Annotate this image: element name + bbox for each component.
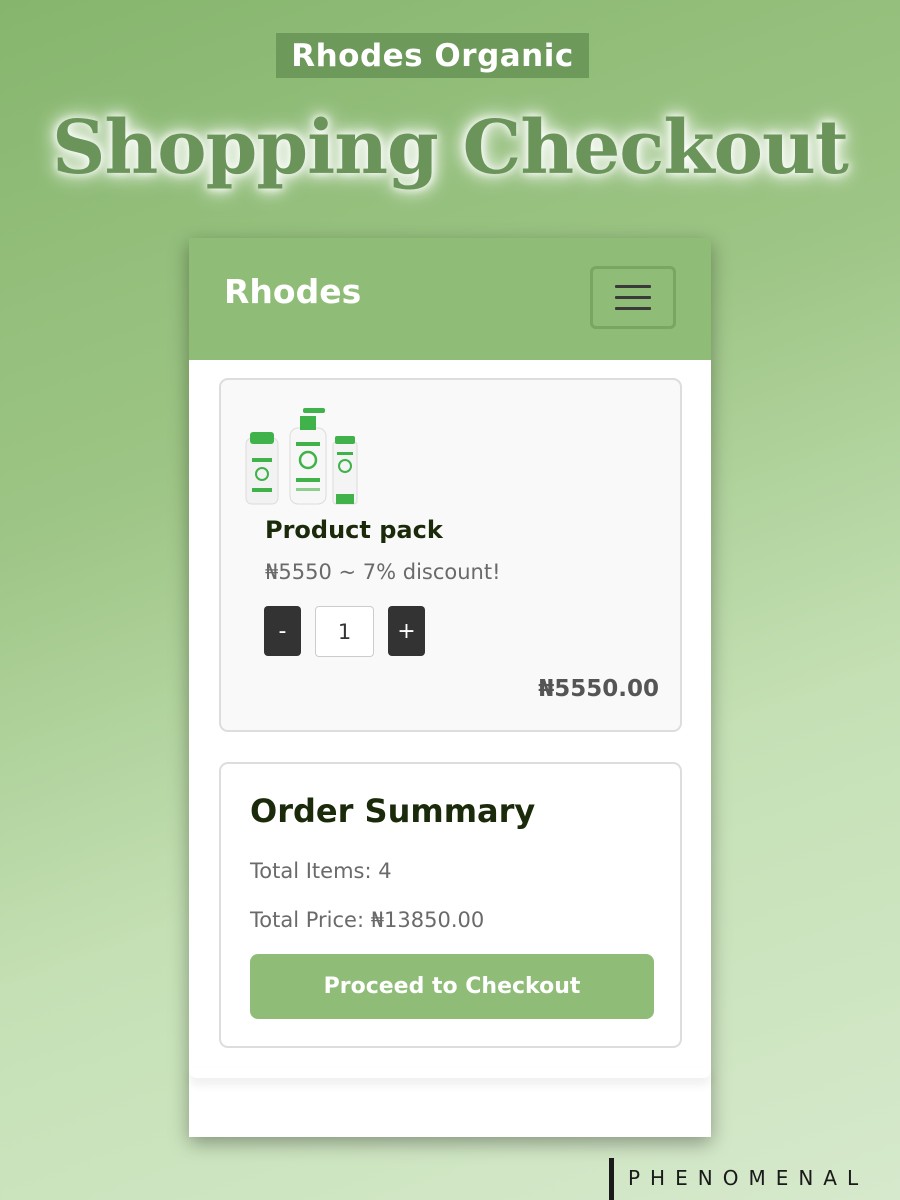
menu-bar [615, 285, 651, 288]
footer-brand: PHENOMENAL [628, 1166, 869, 1190]
total-price: Total Price: ₦13850.00 [250, 908, 485, 932]
phone-frame: Rhodes Product pack ₦5550 ~ 7% discount!… [189, 238, 711, 1137]
order-summary-title: Order Summary [250, 792, 536, 830]
content-shadow [189, 1068, 711, 1078]
product-card: Product pack ₦5550 ~ 7% discount! - + ₦5… [219, 378, 682, 732]
product-name: Product pack [265, 516, 443, 544]
hamburger-menu-icon[interactable] [590, 266, 676, 329]
product-bottles-image [245, 408, 358, 505]
increase-quantity-button[interactable]: + [388, 606, 425, 656]
navbar: Rhodes [189, 238, 711, 360]
total-items: Total Items: 4 [250, 859, 392, 883]
decrease-quantity-button[interactable]: - [264, 606, 301, 656]
page-headline: Shopping Checkout [52, 105, 849, 191]
product-description: ₦5550 ~ 7% discount! [265, 560, 501, 584]
footer-divider [609, 1158, 614, 1200]
nav-brand[interactable]: Rhodes [224, 272, 361, 311]
menu-bar [615, 296, 651, 299]
menu-bar [615, 307, 651, 310]
quantity-input[interactable] [315, 606, 374, 657]
proceed-to-checkout-button[interactable]: Proceed to Checkout [250, 954, 654, 1019]
order-summary-card: Order Summary Total Items: 4 Total Price… [219, 762, 682, 1048]
product-total-price: ₦5550.00 [538, 676, 659, 702]
brand-badge: Rhodes Organic [276, 33, 589, 78]
